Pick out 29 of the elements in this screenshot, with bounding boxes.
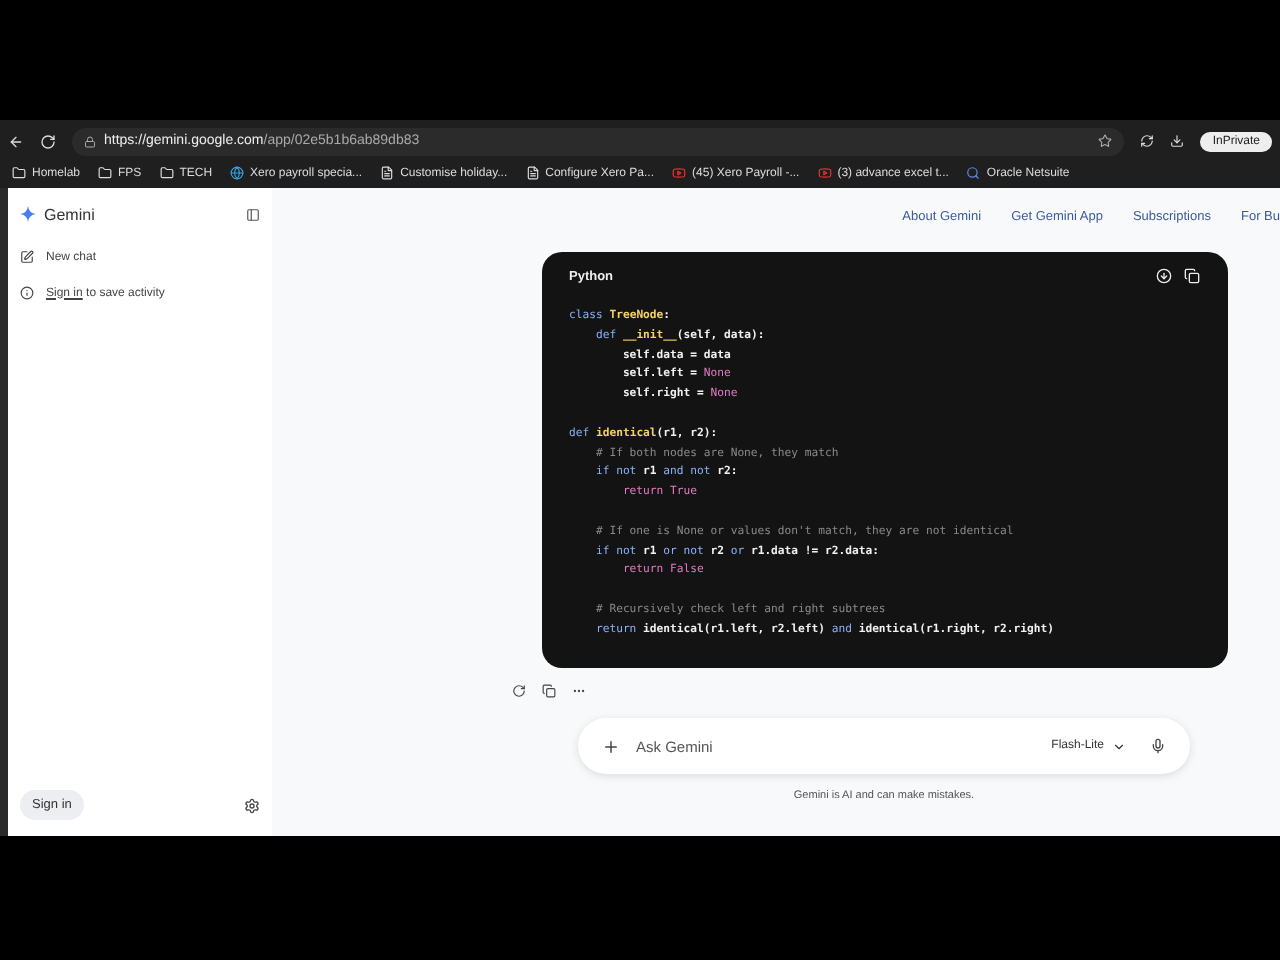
brand-name: Gemini: [44, 205, 95, 223]
lock-icon: [84, 135, 96, 148]
copy-icon[interactable]: [1183, 268, 1199, 284]
search-icon: [966, 166, 981, 181]
pencil-icon: [20, 250, 34, 264]
video-icon: [817, 166, 832, 181]
settings-icon[interactable]: [244, 797, 260, 813]
page-icon: [380, 166, 395, 181]
star-icon[interactable]: [1098, 134, 1113, 149]
folder-icon: [98, 166, 113, 181]
video-icon: [672, 166, 687, 181]
chevron-icon: [1112, 739, 1126, 753]
info-icon: [20, 286, 34, 300]
folder-icon: [12, 166, 26, 181]
mic-icon[interactable]: [1150, 738, 1166, 754]
download-icon[interactable]: [1170, 134, 1185, 149]
plus-icon[interactable]: [602, 737, 620, 755]
download-icon[interactable]: [1155, 268, 1171, 284]
regenerate-icon[interactable]: [512, 684, 526, 698]
page-icon: [525, 166, 540, 181]
sparkle-icon: [20, 206, 36, 222]
globe-icon: [230, 166, 245, 181]
reload-icon[interactable]: [40, 133, 56, 150]
more-icon[interactable]: [572, 684, 586, 698]
back-icon[interactable]: [8, 133, 24, 150]
refresh-icon[interactable]: [1140, 134, 1155, 149]
panel-icon[interactable]: [246, 207, 260, 221]
copy-icon[interactable]: [542, 684, 556, 698]
folder-icon: [159, 166, 174, 181]
